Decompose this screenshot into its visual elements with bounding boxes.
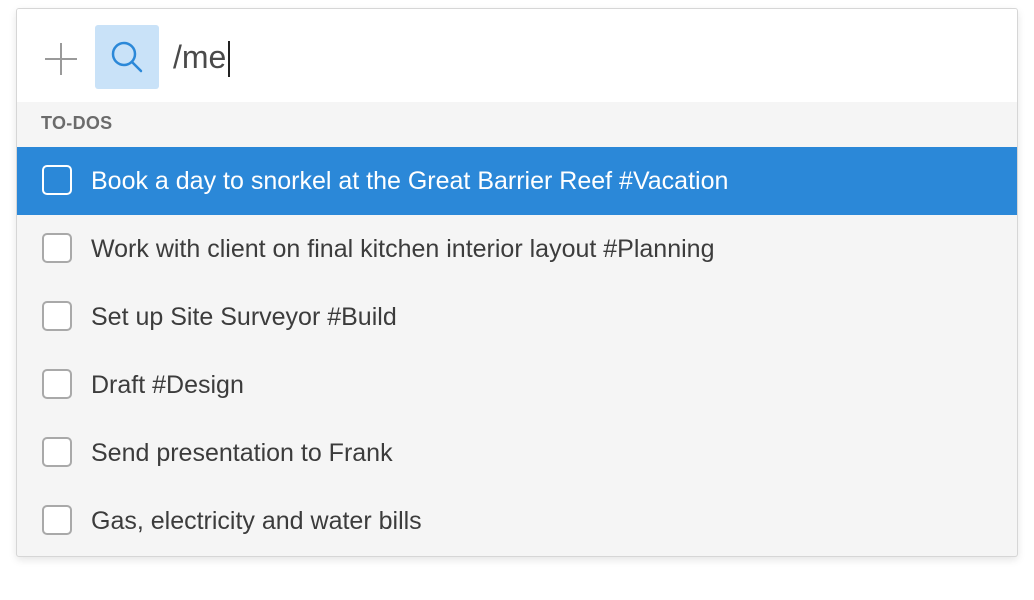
todo-checkbox[interactable] (42, 301, 72, 331)
todo-label: Gas, electricity and water bills (91, 507, 422, 535)
search-button[interactable] (95, 25, 159, 89)
plus-icon (39, 37, 83, 81)
todo-checkbox[interactable] (42, 233, 72, 263)
todo-label: Set up Site Surveyor #Build (91, 303, 397, 331)
quick-find-panel: TO-DOS Book a day to snorkel at the Grea… (16, 8, 1018, 557)
todo-label: Draft #Design (91, 371, 244, 399)
section-header-todos: TO-DOS (41, 113, 113, 133)
magnifier-icon (95, 25, 159, 89)
search-input[interactable] (173, 33, 973, 81)
add-button[interactable] (39, 37, 83, 81)
todo-item[interactable]: Send presentation to Frank (17, 419, 1017, 487)
search-field[interactable] (173, 33, 973, 81)
todo-item[interactable]: Book a day to snorkel at the Great Barri… (17, 147, 1017, 215)
text-caret (228, 41, 230, 77)
todo-item[interactable]: Work with client on final kitchen interi… (17, 215, 1017, 283)
todo-checkbox[interactable] (42, 369, 72, 399)
todo-checkbox[interactable] (42, 505, 72, 535)
todo-label: Send presentation to Frank (91, 439, 393, 467)
todo-item[interactable]: Set up Site Surveyor #Build (17, 283, 1017, 351)
search-bar (17, 9, 1017, 102)
todo-item[interactable]: Draft #Design (17, 351, 1017, 419)
todo-checkbox[interactable] (42, 437, 72, 467)
todo-label: Work with client on final kitchen interi… (91, 235, 715, 263)
todo-label: Book a day to snorkel at the Great Barri… (91, 167, 729, 195)
todo-list: Book a day to snorkel at the Great Barri… (17, 147, 1017, 555)
todo-item[interactable]: Gas, electricity and water bills (17, 487, 1017, 555)
todo-checkbox[interactable] (42, 165, 72, 195)
